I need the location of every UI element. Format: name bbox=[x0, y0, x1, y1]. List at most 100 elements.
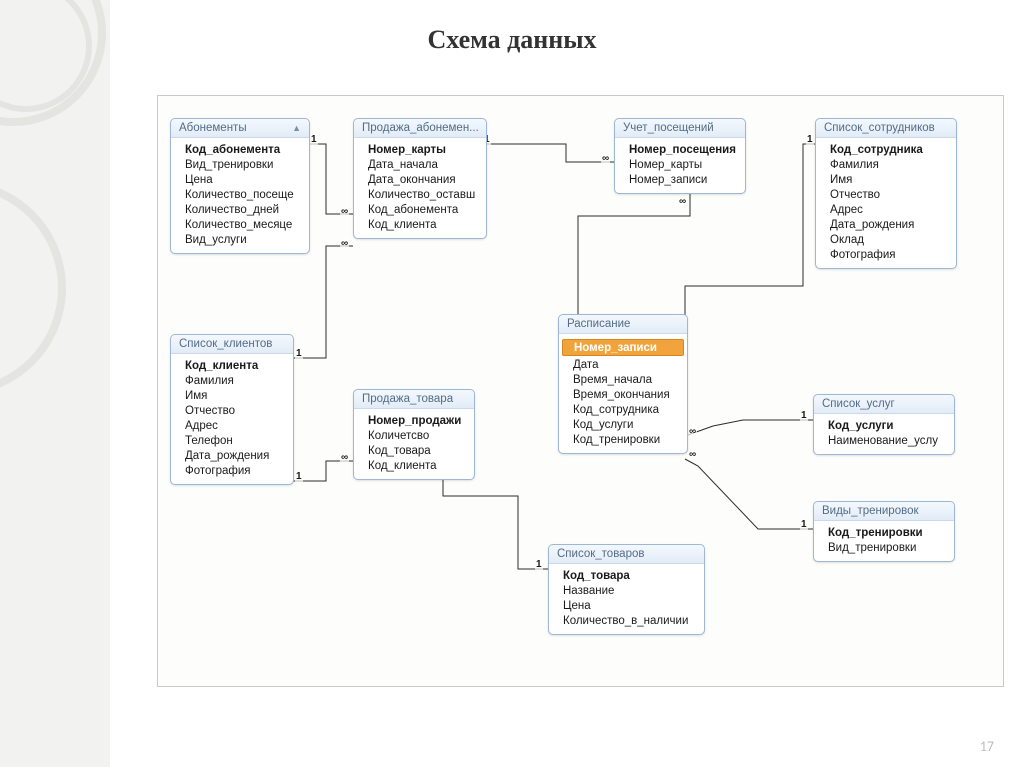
field[interactable]: Фамилия bbox=[171, 373, 293, 388]
field-list: Код_абонемента Вид_тренировки Цена Колич… bbox=[171, 138, 309, 253]
table-abonements[interactable]: Абонементы ▲ Код_абонемента Вид_трениров… bbox=[170, 118, 310, 254]
field[interactable]: Телефон bbox=[171, 433, 293, 448]
field[interactable]: Номер_карты bbox=[615, 157, 745, 172]
cardinality-one: 1 bbox=[800, 519, 808, 530]
table-title: Учет_посещений bbox=[623, 122, 714, 134]
table-trainings[interactable]: Виды_тренировок Код_тренировки Вид_трени… bbox=[813, 501, 955, 562]
table-title: Продажа_абонемен... bbox=[362, 122, 479, 134]
cardinality-one: 1 bbox=[295, 471, 303, 482]
field[interactable]: Код_абонемента bbox=[171, 142, 309, 157]
field[interactable]: Отчество bbox=[171, 403, 293, 418]
diagram-frame: 1 1 1 1 1 1 1 1 Абонементы ▲ bbox=[157, 95, 1004, 687]
slide-number: 17 bbox=[980, 738, 994, 755]
field[interactable]: Адрес bbox=[816, 202, 956, 217]
table-staff[interactable]: Список_сотрудников Код_сотрудника Фамили… bbox=[815, 118, 957, 269]
field[interactable]: Вид_услуги bbox=[171, 232, 309, 247]
field[interactable]: Код_абонемента bbox=[354, 202, 486, 217]
field[interactable]: Код_тренировки bbox=[559, 432, 687, 447]
field[interactable]: Код_товара bbox=[549, 568, 704, 583]
cardinality-many bbox=[678, 196, 687, 207]
field[interactable]: Адрес bbox=[171, 418, 293, 433]
field[interactable]: Наименование_услу bbox=[814, 433, 954, 448]
table-header[interactable]: Список_товаров bbox=[549, 545, 704, 564]
field[interactable]: Имя bbox=[816, 172, 956, 187]
cardinality-many bbox=[340, 452, 349, 463]
cardinality-one: 1 bbox=[310, 134, 318, 145]
table-header[interactable]: Абонементы ▲ bbox=[171, 119, 309, 138]
field[interactable]: Код_клиента bbox=[354, 217, 486, 232]
field[interactable]: Код_сотрудника bbox=[559, 402, 687, 417]
table-header[interactable]: Виды_тренировок bbox=[814, 502, 954, 521]
table-header[interactable]: Список_клиентов bbox=[171, 335, 293, 354]
slide-title: Схема данных bbox=[0, 25, 1024, 55]
field[interactable]: Фотография bbox=[816, 247, 956, 262]
field-selected[interactable]: Номер_записи bbox=[562, 339, 684, 356]
field[interactable]: Цена bbox=[549, 598, 704, 613]
field[interactable]: Код_клиента bbox=[354, 458, 474, 473]
table-title: Абонементы bbox=[179, 122, 247, 134]
table-header[interactable]: Учет_посещений bbox=[615, 119, 745, 138]
field[interactable]: Вид_тренировки bbox=[814, 540, 954, 555]
field[interactable]: Количество_дней bbox=[171, 202, 309, 217]
cardinality-many bbox=[688, 449, 697, 460]
field[interactable]: Дата bbox=[559, 357, 687, 372]
cardinality-many bbox=[340, 238, 349, 249]
table-header[interactable]: Список_услуг bbox=[814, 395, 954, 414]
table-visits[interactable]: Учет_посещений Номер_посещения Номер_кар… bbox=[614, 118, 746, 194]
cardinality-one: 1 bbox=[800, 410, 808, 421]
table-services[interactable]: Список_услуг Код_услуги Наименование_усл… bbox=[813, 394, 955, 455]
field[interactable]: Имя bbox=[171, 388, 293, 403]
cardinality-one: 1 bbox=[535, 559, 543, 570]
field[interactable]: Время_начала bbox=[559, 372, 687, 387]
field[interactable]: Цена bbox=[171, 172, 309, 187]
cardinality-many bbox=[601, 153, 610, 164]
field[interactable]: Количество_в_наличии bbox=[549, 613, 704, 628]
field[interactable]: Дата_рождения bbox=[171, 448, 293, 463]
field[interactable]: Номер_записи bbox=[615, 172, 745, 187]
field[interactable]: Оклад bbox=[816, 232, 956, 247]
table-title: Список_товаров bbox=[557, 548, 644, 560]
field[interactable]: Номер_продажи bbox=[354, 413, 474, 428]
table-header[interactable]: Расписание bbox=[559, 315, 687, 334]
field[interactable]: Фотография bbox=[171, 463, 293, 478]
field[interactable]: Код_клиента bbox=[171, 358, 293, 373]
cardinality-one: 1 bbox=[295, 348, 303, 359]
field[interactable]: Дата_начала bbox=[354, 157, 486, 172]
cardinality-one: 1 bbox=[806, 134, 814, 145]
field[interactable]: Код_тренировки bbox=[814, 525, 954, 540]
field[interactable]: Количество_оставш bbox=[354, 187, 486, 202]
field[interactable]: Количетсво bbox=[354, 428, 474, 443]
table-title: Список_услуг bbox=[822, 398, 895, 410]
table-goods[interactable]: Список_товаров Код_товара Название Цена … bbox=[548, 544, 705, 635]
field[interactable]: Время_окончания bbox=[559, 387, 687, 402]
table-header[interactable]: Список_сотрудников bbox=[816, 119, 956, 138]
field[interactable]: Код_сотрудника bbox=[816, 142, 956, 157]
field[interactable]: Номер_посещения bbox=[615, 142, 745, 157]
field[interactable]: Название bbox=[549, 583, 704, 598]
field[interactable]: Дата_окончания bbox=[354, 172, 486, 187]
cardinality-many bbox=[340, 206, 349, 217]
field[interactable]: Фамилия bbox=[816, 157, 956, 172]
field[interactable]: Код_услуги bbox=[814, 418, 954, 433]
relationships-canvas[interactable]: 1 1 1 1 1 1 1 1 Абонементы ▲ bbox=[158, 96, 1003, 686]
field[interactable]: Код_услуги bbox=[559, 417, 687, 432]
field[interactable]: Вид_тренировки bbox=[171, 157, 309, 172]
table-sell-goods[interactable]: Продажа_товара Номер_продажи Количетсво … bbox=[353, 389, 475, 480]
chevron-up-icon: ▲ bbox=[292, 123, 301, 133]
field[interactable]: Код_товара bbox=[354, 443, 474, 458]
table-title: Расписание bbox=[567, 318, 630, 330]
cardinality-many bbox=[688, 426, 697, 437]
table-sell-abonements[interactable]: Продажа_абонемен... Номер_карты Дата_нач… bbox=[353, 118, 487, 239]
table-clients[interactable]: Список_клиентов Код_клиента Фамилия Имя … bbox=[170, 334, 294, 485]
decorative-sideband bbox=[0, 0, 110, 767]
table-schedule[interactable]: Расписание Номер_записи Дата Время_начал… bbox=[558, 314, 688, 454]
field[interactable]: Дата_рождения bbox=[816, 217, 956, 232]
field[interactable]: Отчество bbox=[816, 187, 956, 202]
table-header[interactable]: Продажа_абонемен... bbox=[354, 119, 486, 138]
field[interactable]: Количество_посеще bbox=[171, 187, 309, 202]
field[interactable]: Количество_месяце bbox=[171, 217, 309, 232]
field[interactable]: Номер_карты bbox=[354, 142, 486, 157]
table-title: Список_сотрудников bbox=[824, 122, 935, 134]
table-title: Продажа_товара bbox=[362, 393, 453, 405]
table-header[interactable]: Продажа_товара bbox=[354, 390, 474, 409]
